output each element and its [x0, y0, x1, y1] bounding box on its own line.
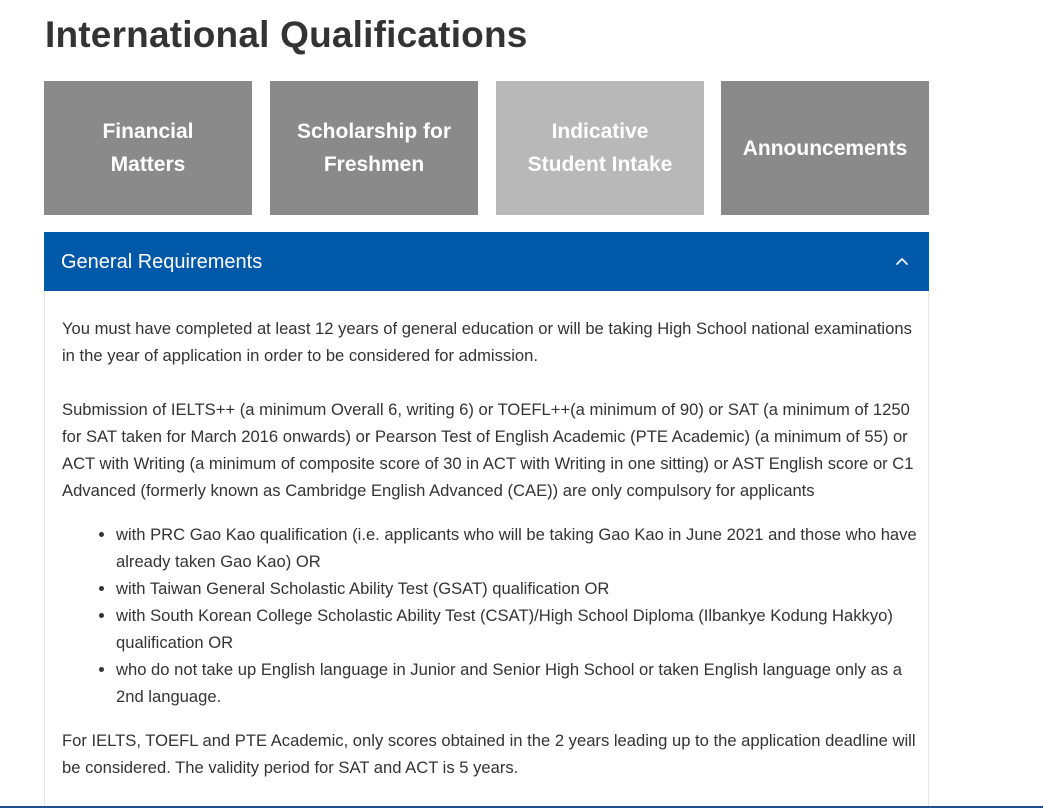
accordion-header-general-requirements[interactable]: General Requirements [44, 232, 929, 291]
requirement-list: with PRC Gao Kao qualification (i.e. app… [62, 521, 922, 710]
accordion-title: General Requirements [61, 251, 263, 273]
page-title: International Qualifications [45, 14, 528, 55]
tile-financial-matters[interactable]: Financial Matters [44, 81, 252, 215]
requirement-paragraph-2: Submission of IELTS++ (a minimum Overall… [62, 400, 914, 500]
chevron-up-icon[interactable] [895, 254, 909, 268]
accordion-content: You must have completed at least 12 year… [62, 315, 922, 781]
tile-label: Financial Matters [102, 120, 194, 176]
tile-label: Indicative Student Intake [527, 120, 673, 176]
list-item: who do not take up English language in J… [116, 656, 922, 710]
tile-label: Announcements [742, 136, 908, 160]
requirement-paragraph-1: You must have completed at least 12 year… [62, 319, 912, 365]
tile-scholarship-for-freshmen[interactable]: Scholarship for Freshmen [270, 81, 478, 215]
list-item: with PRC Gao Kao qualification (i.e. app… [116, 521, 922, 575]
tile-announcements[interactable]: Announcements [721, 81, 929, 215]
list-item: with Taiwan General Scholastic Ability T… [116, 575, 922, 602]
requirement-paragraph-3: For IELTS, TOEFL and PTE Academic, only … [62, 731, 916, 777]
tile-label: Scholarship for Freshmen [296, 120, 452, 176]
tile-indicative-student-intake[interactable]: Indicative Student Intake [496, 81, 704, 215]
quick-links: Financial Matters Scholarship for Freshm… [44, 81, 929, 215]
list-item: with South Korean College Scholastic Abi… [116, 602, 922, 656]
